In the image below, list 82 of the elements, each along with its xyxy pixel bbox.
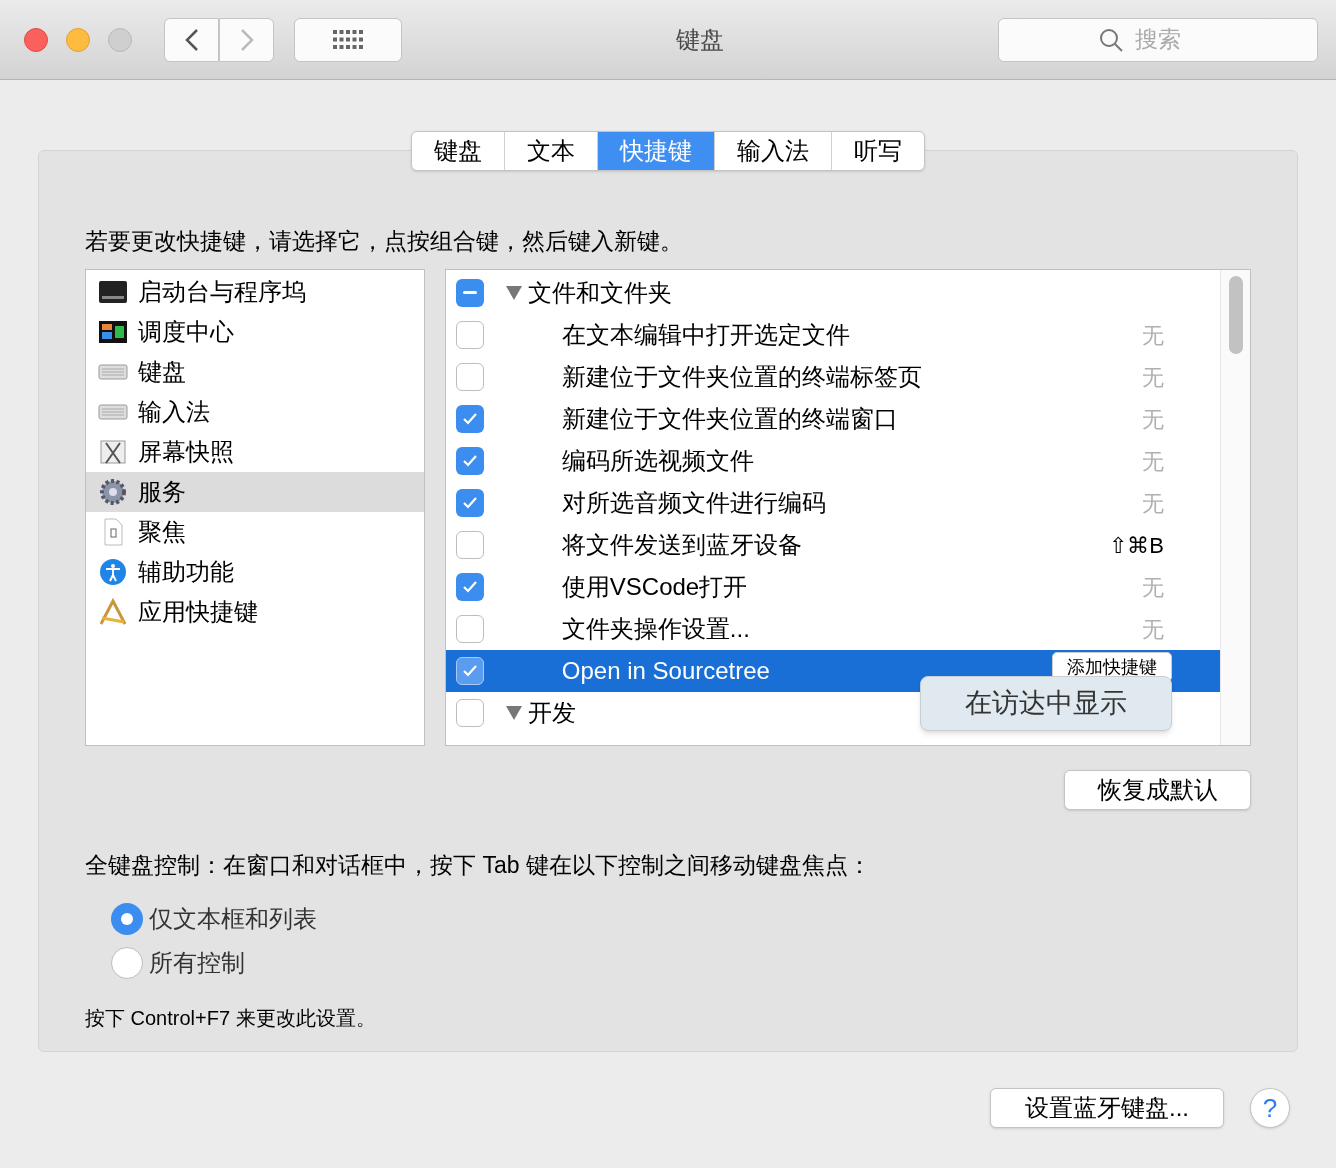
service-label[interactable]: 新建位于文件夹位置的终端标签页 bbox=[561, 359, 1142, 395]
service-label[interactable]: 文件夹操作设置... bbox=[561, 611, 1142, 647]
shortcut-key: 无 bbox=[1142, 360, 1164, 394]
shortcut-key: 无 bbox=[1142, 444, 1164, 478]
show-all-button[interactable] bbox=[294, 17, 402, 62]
chevron-right-icon bbox=[239, 27, 254, 52]
window-title: 键盘 bbox=[676, 24, 724, 55]
checkbox[interactable] bbox=[455, 657, 484, 685]
service-label[interactable]: 对所选音频文件进行编码 bbox=[561, 485, 1142, 521]
category-item[interactable]: 键盘 bbox=[86, 352, 424, 392]
category-item[interactable]: 辅助功能 bbox=[86, 552, 424, 592]
category-label: 输入法 bbox=[138, 397, 210, 427]
category-item[interactable]: 输入法 bbox=[86, 392, 424, 432]
group-label[interactable]: 开发 bbox=[527, 695, 576, 731]
category-item[interactable]: 启动台与程序坞 bbox=[86, 272, 424, 312]
grid-icon bbox=[333, 29, 363, 50]
group-label[interactable]: 文件和文件夹 bbox=[527, 275, 672, 311]
checkbox[interactable] bbox=[455, 573, 484, 601]
category-label: 调度中心 bbox=[138, 317, 234, 347]
checkbox[interactable] bbox=[455, 279, 484, 307]
category-item[interactable]: 屏幕快照 bbox=[86, 432, 424, 472]
service-label[interactable]: 将文件发送到蓝牙设备 bbox=[561, 527, 1110, 563]
gear-icon bbox=[98, 477, 128, 507]
checkmark-icon bbox=[461, 496, 478, 510]
category-label: 键盘 bbox=[138, 357, 186, 387]
category-item[interactable]: 服务 bbox=[86, 472, 424, 512]
category-label: 辅助功能 bbox=[138, 557, 234, 587]
radio-button[interactable] bbox=[111, 902, 143, 935]
tab[interactable]: 输入法 bbox=[714, 132, 831, 170]
service-label[interactable]: 编码所选视频文件 bbox=[561, 443, 1142, 479]
category-item[interactable]: 调度中心 bbox=[86, 312, 424, 352]
help-button[interactable]: ? bbox=[1250, 1088, 1290, 1128]
minimize-button[interactable] bbox=[66, 27, 90, 52]
service-label[interactable]: 新建位于文件夹位置的终端窗口 bbox=[561, 401, 1142, 437]
search-field[interactable]: 搜索 bbox=[998, 17, 1318, 62]
shortcut-key: 无 bbox=[1142, 486, 1164, 520]
pencil-ruler-icon bbox=[98, 597, 128, 627]
checkbox[interactable] bbox=[455, 447, 484, 475]
chevron-left-icon bbox=[184, 27, 199, 52]
search-icon bbox=[1098, 26, 1124, 53]
checkbox[interactable] bbox=[455, 489, 484, 517]
disclosure-triangle-icon[interactable] bbox=[505, 286, 522, 300]
tab[interactable]: 键盘 bbox=[412, 132, 504, 170]
checkmark-icon bbox=[461, 664, 478, 678]
shortcut-key: 无 bbox=[1142, 570, 1164, 604]
checkbox[interactable] bbox=[455, 699, 484, 727]
shortcut-key: 无 bbox=[1142, 402, 1164, 436]
service-label[interactable]: 在文本编辑中打开选定文件 bbox=[561, 317, 1142, 353]
category-label: 应用快捷键 bbox=[138, 597, 258, 627]
hint-text: 按下 Control+F7 来更改此设置。 bbox=[85, 1005, 377, 1031]
accessibility-icon bbox=[98, 557, 128, 587]
dash-icon bbox=[462, 291, 477, 295]
checkbox[interactable] bbox=[455, 615, 484, 643]
back-button[interactable] bbox=[164, 17, 219, 62]
checkbox[interactable] bbox=[455, 405, 484, 433]
category-label: 启动台与程序坞 bbox=[138, 277, 306, 307]
checkmark-icon bbox=[461, 412, 478, 426]
radio-label: 所有控制 bbox=[149, 947, 245, 978]
radio-label: 仅文本框和列表 bbox=[149, 903, 317, 934]
category-label: 服务 bbox=[138, 477, 186, 507]
tooltip: 在访达中显示 bbox=[919, 676, 1172, 731]
instruction-text: 若要更改快捷键，请选择它，点按组合键，然后键入新键。 bbox=[85, 227, 684, 255]
checkmark-icon bbox=[461, 454, 478, 468]
disclosure-triangle-icon[interactable] bbox=[505, 706, 522, 720]
category-item[interactable]: 应用快捷键 bbox=[86, 592, 424, 632]
close-button[interactable] bbox=[24, 27, 48, 52]
checkbox[interactable] bbox=[455, 321, 484, 349]
category-label: 聚焦 bbox=[138, 517, 186, 547]
keyboard-control-label: 全键盘控制：在窗口和对话框中，按下 Tab 键在以下控制之间移动键盘焦点： bbox=[85, 851, 872, 880]
checkbox[interactable] bbox=[455, 363, 484, 391]
restore-defaults-button[interactable]: 恢复成默认 bbox=[1064, 770, 1251, 810]
category-item[interactable]: 聚焦 bbox=[86, 512, 424, 552]
service-label[interactable]: 使用VSCode打开 bbox=[561, 569, 1142, 605]
shortcut-key: 无 bbox=[1142, 318, 1164, 352]
category-label: 屏幕快照 bbox=[138, 437, 234, 467]
radio-button[interactable] bbox=[111, 946, 143, 979]
shortcut-key: 无 bbox=[1142, 612, 1164, 646]
checkbox[interactable] bbox=[455, 531, 484, 559]
scissors-icon bbox=[98, 437, 128, 467]
checkmark-icon bbox=[461, 580, 478, 594]
shortcut-key: ⇧⌘B bbox=[1109, 528, 1164, 562]
bluetooth-keyboard-button[interactable]: 设置蓝牙键盘... bbox=[990, 1088, 1224, 1128]
